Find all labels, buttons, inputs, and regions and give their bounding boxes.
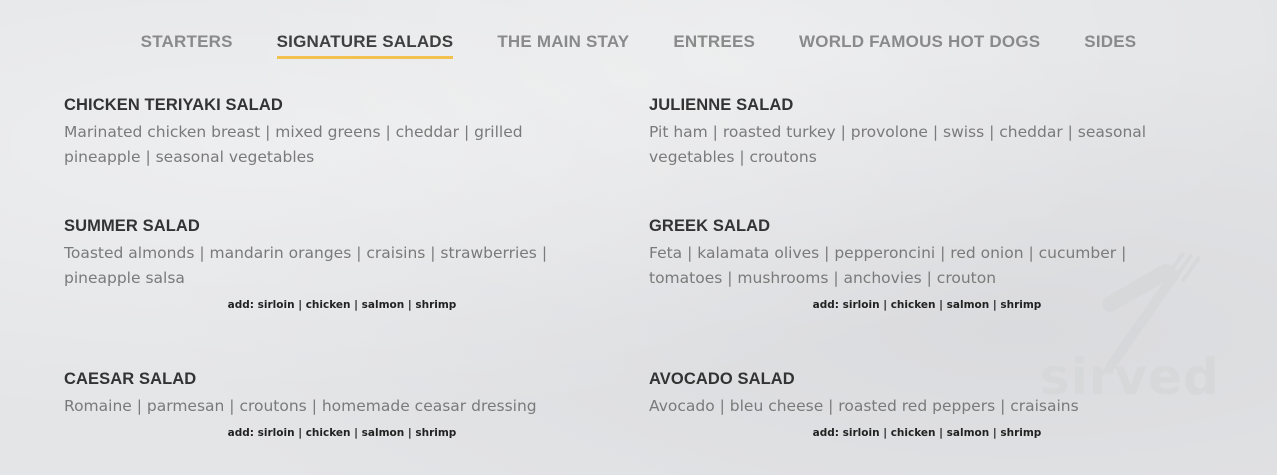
tab-signature-salads[interactable]: SIGNATURE SALADS — [276, 32, 454, 59]
menu-item-description: Toasted almonds | mandarin oranges | cra… — [64, 244, 548, 287]
menu-item-description: Romaine | parmesan | croutons | homemade… — [64, 397, 537, 415]
menu-item-name: AVOCADO SALAD — [649, 370, 795, 388]
menu-item-description: Feta | kalamata olives | pepperoncini | … — [649, 244, 1127, 287]
menu-item-addons: add: sirloin | chicken | salmon | shrimp — [812, 299, 1042, 311]
menu-item-addons: add: sirloin | chicken | salmon | shrimp — [227, 299, 457, 311]
menu-item-name: CHICKEN TERIYAKI SALAD — [64, 96, 283, 114]
menu-item: GREEK SALAD Feta | kalamata olives | pep… — [649, 217, 1169, 311]
tab-the-main-stay[interactable]: THE MAIN STAY — [497, 32, 629, 59]
menu-item-name: CAESAR SALAD — [64, 370, 197, 388]
menu-item: JULIENNE SALAD Pit ham | roasted turkey … — [649, 96, 1169, 170]
menu-item: CAESAR SALAD Romaine | parmesan | crouto… — [64, 370, 584, 439]
menu-item-addons: add: sirloin | chicken | salmon | shrimp — [227, 427, 457, 439]
menu-item-name: SUMMER SALAD — [64, 217, 200, 235]
menu-item: SUMMER SALAD Toasted almonds | mandarin … — [64, 217, 584, 311]
menu-item-name: JULIENNE SALAD — [649, 96, 794, 114]
menu-item-name: GREEK SALAD — [649, 217, 771, 235]
menu-category-tabs: STARTERS SIGNATURE SALADS THE MAIN STAY … — [0, 32, 1277, 59]
menu-item-description: Pit ham | roasted turkey | provolone | s… — [649, 123, 1147, 166]
menu-item: AVOCADO SALAD Avocado | bleu cheese | ro… — [649, 370, 1169, 439]
menu-item-description: Marinated chicken breast | mixed greens … — [64, 123, 523, 166]
menu-items-grid: CHICKEN TERIYAKI SALAD Marinated chicken… — [64, 96, 1194, 466]
menu-item-description: Avocado | bleu cheese | roasted red pepp… — [649, 397, 1079, 415]
menu-item-addons: add: sirloin | chicken | salmon | shrimp — [812, 427, 1042, 439]
tab-entrees[interactable]: ENTREES — [673, 32, 755, 59]
tab-sides[interactable]: SIDES — [1084, 32, 1136, 59]
tab-starters[interactable]: STARTERS — [141, 32, 233, 59]
menu-item: CHICKEN TERIYAKI SALAD Marinated chicken… — [64, 96, 584, 170]
tab-world-famous-hot-dogs[interactable]: WORLD FAMOUS HOT DOGS — [799, 32, 1040, 59]
